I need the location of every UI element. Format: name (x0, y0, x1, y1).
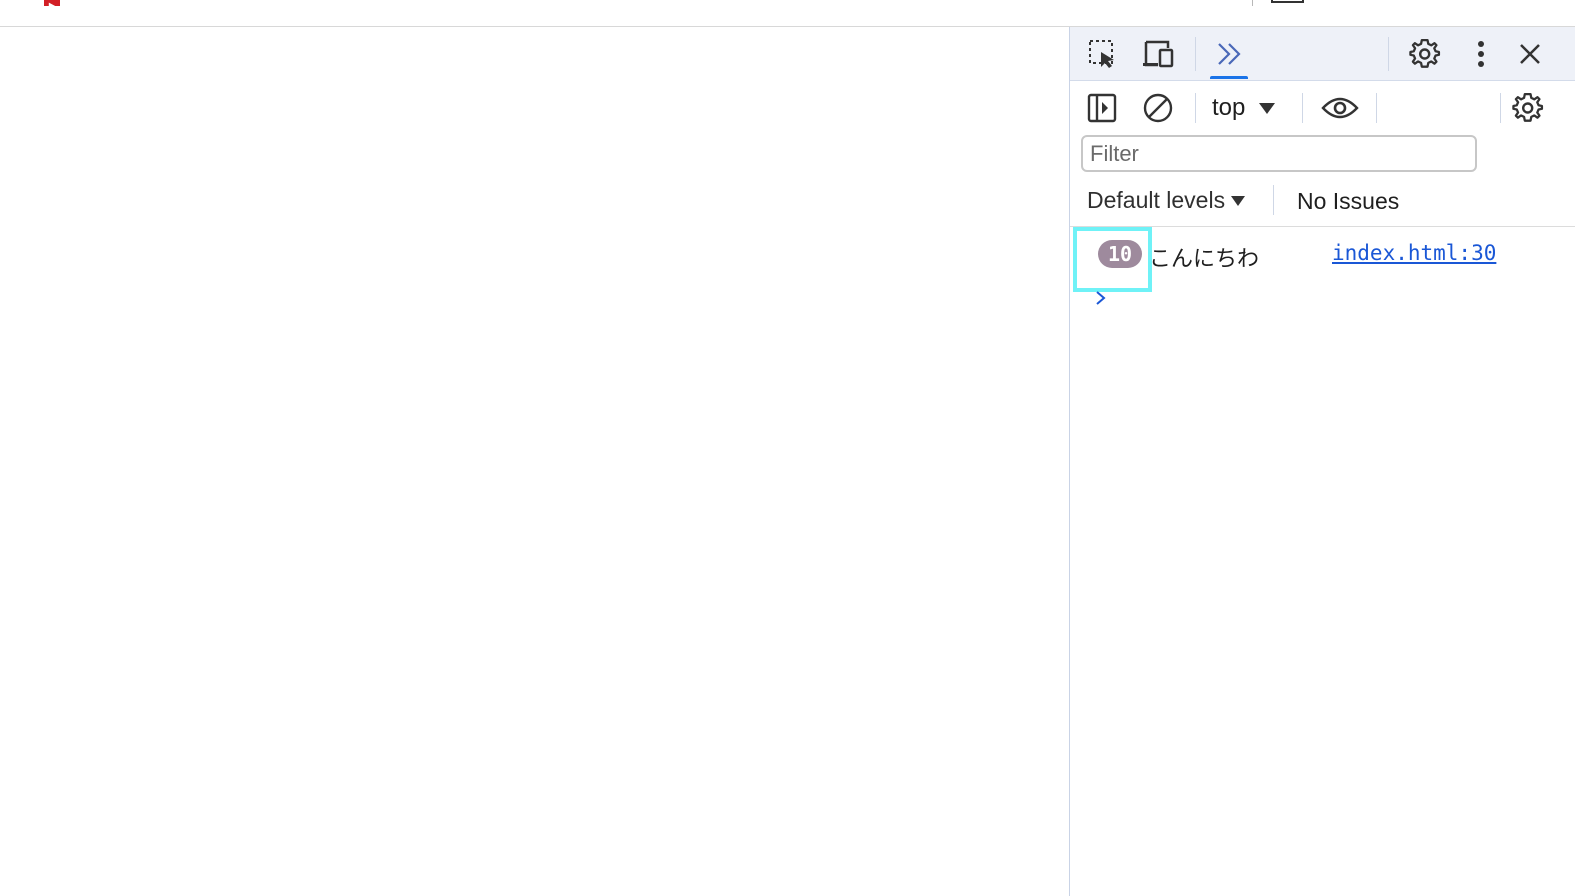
issues-counter[interactable]: No Issues (1297, 188, 1399, 215)
dropdown-arrow-icon (1231, 195, 1246, 206)
tab-icon-fragment (1271, 0, 1304, 3)
page-viewport (0, 27, 1069, 896)
toolbar-separator (1302, 93, 1303, 123)
dropdown-arrow-icon (1259, 102, 1276, 114)
sidebar-toggle-icon[interactable] (1084, 91, 1120, 125)
console-log-entry: 10 こんにちわ index.html:30 (1070, 227, 1575, 292)
repeat-count-badge: 10 (1098, 240, 1142, 268)
console-settings-gear-icon[interactable] (1510, 90, 1546, 126)
kebab-menu-icon[interactable] (1466, 36, 1496, 72)
browser-top-strip (0, 0, 1575, 27)
toolbar-separator (1195, 37, 1196, 71)
toolbar-separator (1273, 185, 1274, 215)
default-levels-dropdown[interactable]: Default levels (1087, 187, 1246, 214)
clear-console-icon[interactable] (1140, 91, 1176, 125)
toolbar-separator (1388, 37, 1389, 71)
active-tab-indicator (1210, 76, 1248, 79)
console-toolbar: top (1070, 81, 1575, 134)
filter-input[interactable] (1081, 135, 1477, 172)
levels-bar: Default levels No Issues (1070, 179, 1575, 227)
chevron-right-icon[interactable] (1094, 289, 1108, 312)
log-message: こんにちわ (1149, 247, 1260, 272)
log-source-link[interactable]: index.html:30 (1332, 241, 1496, 265)
context-selector[interactable]: top (1212, 93, 1276, 123)
eye-icon[interactable] (1320, 91, 1360, 125)
device-toolbar-icon[interactable] (1140, 37, 1178, 71)
chevron-double-right-icon[interactable] (1210, 37, 1248, 71)
toolbar-separator (1195, 93, 1196, 123)
toolbar-separator (1376, 93, 1377, 123)
devtools-main-toolbar (1070, 27, 1575, 81)
gear-icon[interactable] (1407, 36, 1443, 72)
levels-label: Default levels (1087, 187, 1226, 213)
context-label: top (1212, 94, 1246, 121)
inspect-element-icon[interactable] (1084, 37, 1122, 71)
devtools-panel: top Default levels No Issues 1 (1069, 27, 1575, 896)
toolbar-separator (1500, 93, 1501, 123)
address-bar-divider (1252, 0, 1253, 6)
site-logo (44, 0, 60, 6)
close-icon[interactable] (1513, 37, 1547, 71)
